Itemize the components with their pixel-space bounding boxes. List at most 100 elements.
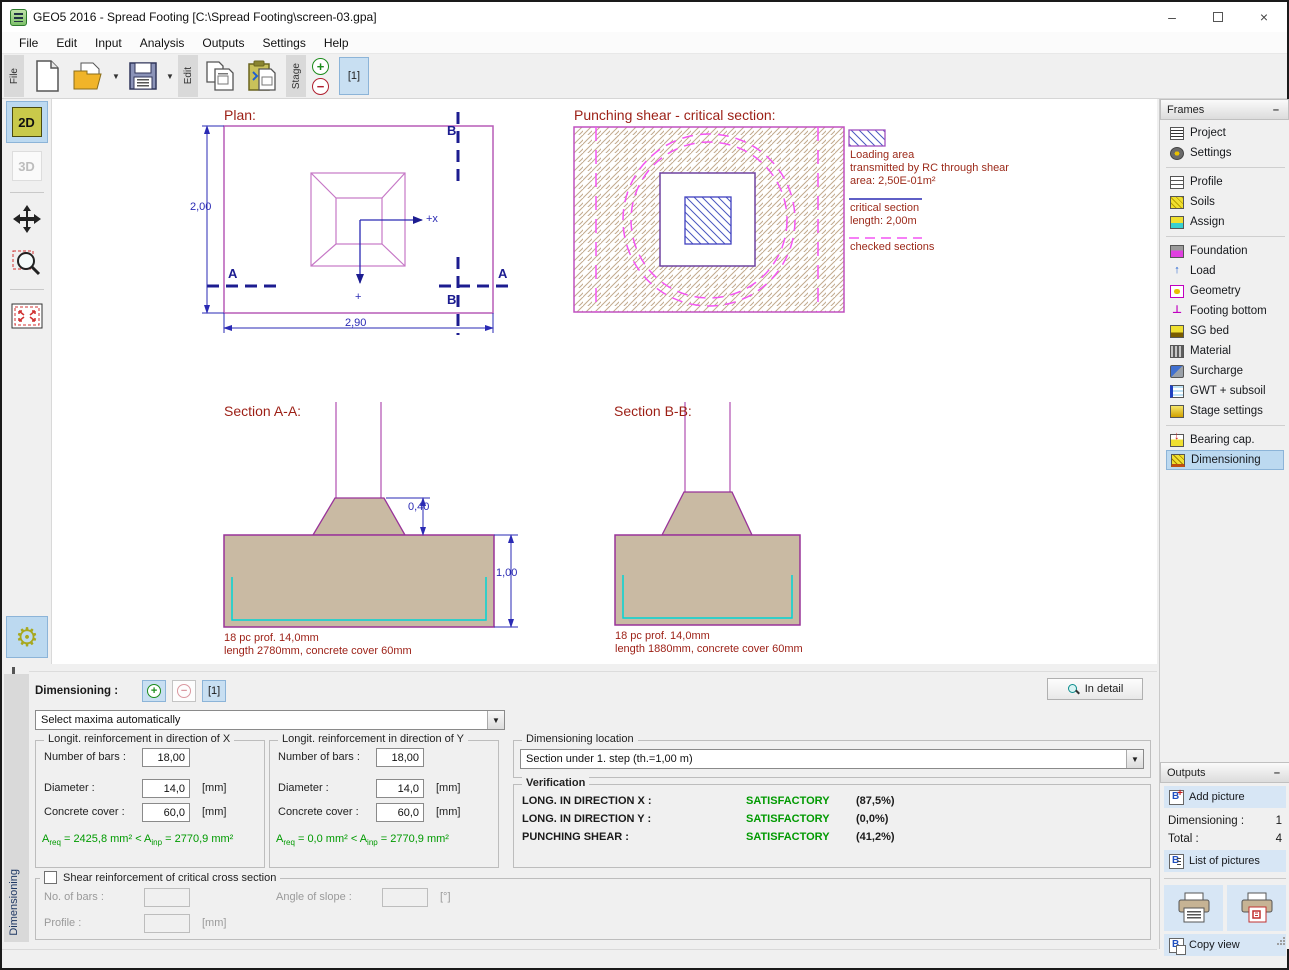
sidebar-item-assign[interactable]: Assign — [1166, 212, 1289, 232]
open-dropdown-arrow[interactable]: ▼ — [110, 54, 122, 98]
sidebar-item-geometry[interactable]: Geometry — [1166, 281, 1289, 301]
close-button[interactable]: × — [1241, 2, 1287, 32]
list-of-pictures-button[interactable]: List of pictures — [1164, 850, 1286, 872]
analysis-remove-button[interactable]: − — [172, 680, 196, 702]
area-check-x: Areq = 2425,8 mm² < Ainp = 2770,9 mm² — [42, 833, 233, 847]
print-button[interactable] — [1164, 885, 1223, 931]
verification-label: LONG. IN DIRECTION X : — [522, 795, 652, 807]
sidebar-item-dimensioning[interactable]: Dimensioning — [1166, 450, 1284, 470]
sidebar-item-gwt-subsoil[interactable]: GWT + subsoil — [1166, 381, 1289, 401]
pan-arrows-icon — [12, 204, 42, 234]
outputs-panel-title: Outputs — [1167, 767, 1206, 779]
sidebar-item-sg-bed[interactable]: SG bed — [1166, 321, 1289, 341]
analysis-add-button[interactable]: + — [142, 680, 166, 702]
dimensioning-side-tab[interactable]: Dimensioning — [4, 674, 29, 942]
sidebar-item-project[interactable]: Project — [1166, 123, 1289, 143]
shear-reinforcement-checkbox[interactable] — [44, 871, 57, 884]
location-combobox[interactable]: Section under 1. step (th.=1,00 m) ▼ — [520, 749, 1144, 769]
sidebar-item-footing-bottom[interactable]: Footing bottom — [1166, 301, 1289, 321]
menu-settings[interactable]: Settings — [253, 33, 314, 53]
save-dropdown-arrow[interactable]: ▼ — [164, 54, 176, 98]
verification-status: SATISFACTORY — [746, 813, 830, 825]
menu-help[interactable]: Help — [315, 33, 358, 53]
drawing-canvas[interactable]: Plan: 2,00 2,90 A A B B +x + Punching sh… — [52, 99, 1157, 664]
surcharge-icon — [1170, 365, 1184, 378]
sidebar-item-foundation[interactable]: Foundation — [1166, 241, 1289, 261]
section-a-title: Section A-A: — [224, 403, 301, 419]
open-folder-icon — [73, 61, 105, 91]
copy-button[interactable] — [200, 54, 242, 98]
view-toolbar: 2D 3D — [2, 99, 52, 664]
pan-button[interactable] — [6, 198, 48, 240]
stage-add-button[interactable]: + — [312, 58, 329, 75]
diameter-y-input[interactable] — [376, 779, 424, 798]
diameter-x-input[interactable] — [142, 779, 190, 798]
sidebar-item-load[interactable]: Load — [1166, 261, 1289, 281]
printer-icon — [1177, 892, 1211, 924]
sidebar-item-material[interactable]: Material — [1166, 341, 1289, 361]
horizontal-splitter[interactable] — [2, 664, 1157, 671]
copy-view-icon — [1169, 938, 1184, 953]
menu-file[interactable]: File — [10, 33, 47, 53]
view-3d-button[interactable]: 3D — [6, 145, 48, 187]
group-shear-reinforcement: Shear reinforcement of critical cross se… — [35, 878, 1151, 940]
legend-critical-line1: critical section — [850, 202, 919, 215]
legend-critical-line2: length: 2,00m — [850, 215, 917, 228]
fit-to-view-button[interactable] — [6, 295, 48, 337]
add-picture-button[interactable]: Add picture — [1164, 786, 1286, 808]
view-2d-button[interactable]: 2D — [6, 101, 48, 143]
verification-percent: (41,2%) — [856, 831, 895, 843]
dimensioning-panel: Dimensioning : + − [1] In detail Select … — [29, 671, 1157, 949]
zoom-button[interactable] — [6, 242, 48, 284]
fit-to-view-icon — [11, 303, 43, 329]
save-floppy-icon — [128, 61, 158, 91]
minimize-button[interactable]: – — [1149, 2, 1195, 32]
bars-x-input[interactable] — [142, 748, 190, 767]
sidebar-item-bearing-cap[interactable]: Bearing cap. — [1166, 430, 1289, 450]
frames-panel-title: Frames — [1167, 104, 1204, 116]
menu-input[interactable]: Input — [86, 33, 131, 53]
axis-x-label: +x — [426, 213, 438, 225]
group-dimensioning-location: Dimensioning location Section under 1. s… — [513, 740, 1151, 778]
bars-y-input[interactable] — [376, 748, 424, 767]
group-verification: Verification LONG. IN DIRECTION X : SATI… — [513, 784, 1151, 868]
settings-gear-button[interactable] — [6, 616, 48, 658]
menu-outputs[interactable]: Outputs — [193, 33, 253, 53]
toolbar-group-file: File — [4, 55, 24, 97]
cover-y-input[interactable] — [376, 803, 424, 822]
analysis-number-button[interactable]: [1] — [202, 680, 226, 702]
menu-edit[interactable]: Edit — [47, 33, 86, 53]
print-selection-button[interactable] — [1227, 885, 1286, 931]
copy-view-button[interactable]: Copy view — [1164, 934, 1286, 956]
plan-dim-height: 2,00 — [190, 201, 211, 213]
sidebar-item-profile[interactable]: Profile — [1166, 172, 1289, 192]
resize-grip[interactable] — [1276, 936, 1286, 946]
maximize-button[interactable] — [1195, 2, 1241, 32]
new-file-button[interactable] — [26, 54, 68, 98]
settings-icon — [1170, 147, 1184, 160]
frames-collapse-button[interactable]: – — [1270, 104, 1282, 116]
sidebar-item-soils[interactable]: Soils — [1166, 192, 1289, 212]
menu-analysis[interactable]: Analysis — [131, 33, 194, 53]
open-file-button[interactable] — [68, 54, 110, 98]
stage-remove-button[interactable]: − — [312, 78, 329, 95]
axis-y-label: + — [355, 291, 361, 303]
in-detail-button[interactable]: In detail — [1047, 678, 1143, 700]
sidebar-item-surcharge[interactable]: Surcharge — [1166, 361, 1289, 381]
section-b-caption-1: 18 pc prof. 14,0mm — [615, 630, 710, 642]
stage-number-button[interactable]: [1] — [339, 57, 369, 95]
sidebar-item-stage-settings[interactable]: Stage settings — [1166, 401, 1289, 421]
total-count-row: Total : 4 — [1160, 829, 1289, 847]
section-b-title: Section B-B: — [614, 403, 692, 419]
panel-title: Dimensioning : — [35, 685, 118, 697]
maxima-combobox[interactable]: Select maxima automatically ▼ — [35, 710, 505, 730]
paste-button[interactable] — [242, 54, 284, 98]
verification-status: SATISFACTORY — [746, 831, 830, 843]
save-button[interactable] — [122, 54, 164, 98]
cover-x-input[interactable] — [142, 803, 190, 822]
sidebar-item-settings[interactable]: Settings — [1166, 143, 1289, 163]
outputs-collapse-button[interactable]: – — [1271, 767, 1283, 779]
menu-bar: File Edit Input Analysis Outputs Setting… — [2, 32, 1287, 54]
dimensioning-icon — [1171, 454, 1185, 467]
verification-label: LONG. IN DIRECTION Y : — [522, 813, 651, 825]
